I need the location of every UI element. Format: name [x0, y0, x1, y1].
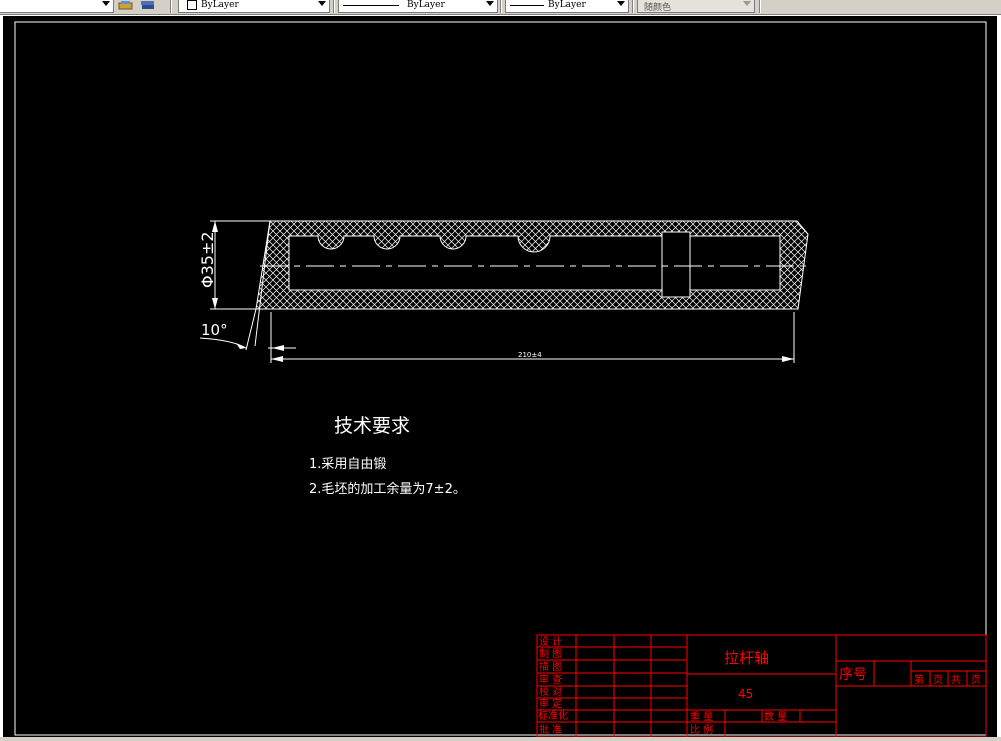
toolbar-separator — [333, 0, 335, 13]
tb-row-label: 描 图 — [539, 660, 562, 673]
toolbar-separator — [500, 0, 502, 13]
color-value: ByLayer — [201, 0, 239, 10]
tech-requirements-title: 技术要求 — [334, 415, 410, 437]
part-material: 45 — [738, 687, 753, 701]
linetype-sample — [343, 5, 399, 6]
tb-row-label: 制 图 — [539, 647, 562, 660]
weight-label: 重 量 — [690, 710, 713, 723]
layer-stack-icon[interactable] — [140, 0, 156, 12]
color-combo[interactable]: ByLayer — [178, 0, 330, 13]
tech-requirement-2: 2.毛坯的加工余量为7±2。 — [309, 481, 466, 497]
shaft-section — [255, 220, 809, 310]
chevron-down-icon — [318, 1, 326, 6]
sheet-label: 第 — [914, 673, 924, 686]
properties-toolbar: ByLayer ByLayer ByLayer 随颜色 — [0, 0, 1001, 15]
drawing-canvas[interactable]: Φ35±2 10° 210±4 技术要求 1.采用自由锻 2.毛坯的加工余量为7… — [3, 16, 997, 738]
lineweight-combo[interactable]: ByLayer — [505, 0, 629, 13]
tb-row-label: 校 对 — [539, 685, 562, 698]
part-name: 拉杆轴 — [724, 649, 769, 667]
length-dim-text: 210±4 — [518, 351, 542, 359]
drawing-svg: Φ35±2 10° 210±4 技术要求 1.采用自由锻 2.毛坯的加工余量为7… — [14, 21, 987, 738]
drawing-border — [14, 21, 987, 736]
chevron-down-icon — [743, 1, 751, 6]
sheet-label: 页 — [933, 674, 943, 686]
layer-states-icon[interactable] — [118, 0, 134, 12]
tb-row-label: 批 准 — [539, 723, 562, 736]
tb-row-label: 审 定 — [539, 697, 562, 710]
scale-label: 比 例 — [690, 723, 713, 736]
length-dimension: 210±4 — [270, 312, 795, 363]
diameter-dim-text: Φ35±2 — [198, 231, 217, 288]
chevron-down-icon — [486, 1, 494, 6]
lineweight-sample — [510, 5, 544, 6]
plotstyle-combo[interactable]: 随颜色 — [637, 0, 755, 13]
chevron-down-icon — [102, 1, 110, 6]
linetype-value: ByLayer — [407, 0, 445, 10]
toolbar-separator — [759, 0, 761, 13]
serial-label: 序号 — [839, 667, 867, 683]
toolbar-separator — [632, 0, 634, 13]
angle-dim-text: 10° — [201, 321, 228, 339]
tb-row-label: 审 查 — [539, 673, 562, 686]
sheet-label: 共 — [951, 674, 961, 686]
toolbar-separator — [170, 0, 172, 13]
previous-combo[interactable] — [0, 0, 114, 13]
lineweight-value: ByLayer — [548, 0, 586, 10]
linetype-combo[interactable]: ByLayer — [338, 0, 498, 13]
plotstyle-value: 随颜色 — [644, 3, 672, 13]
color-swatch-icon — [187, 0, 197, 10]
sheet-label: 页 — [971, 674, 981, 686]
chevron-down-icon — [617, 1, 625, 6]
tb-row-label: 设 计 — [539, 635, 562, 648]
tb-row-label: 标准化 — [538, 709, 568, 722]
qty-label: 数 量 — [764, 710, 787, 723]
tech-requirement-1: 1.采用自由锻 — [309, 457, 386, 472]
